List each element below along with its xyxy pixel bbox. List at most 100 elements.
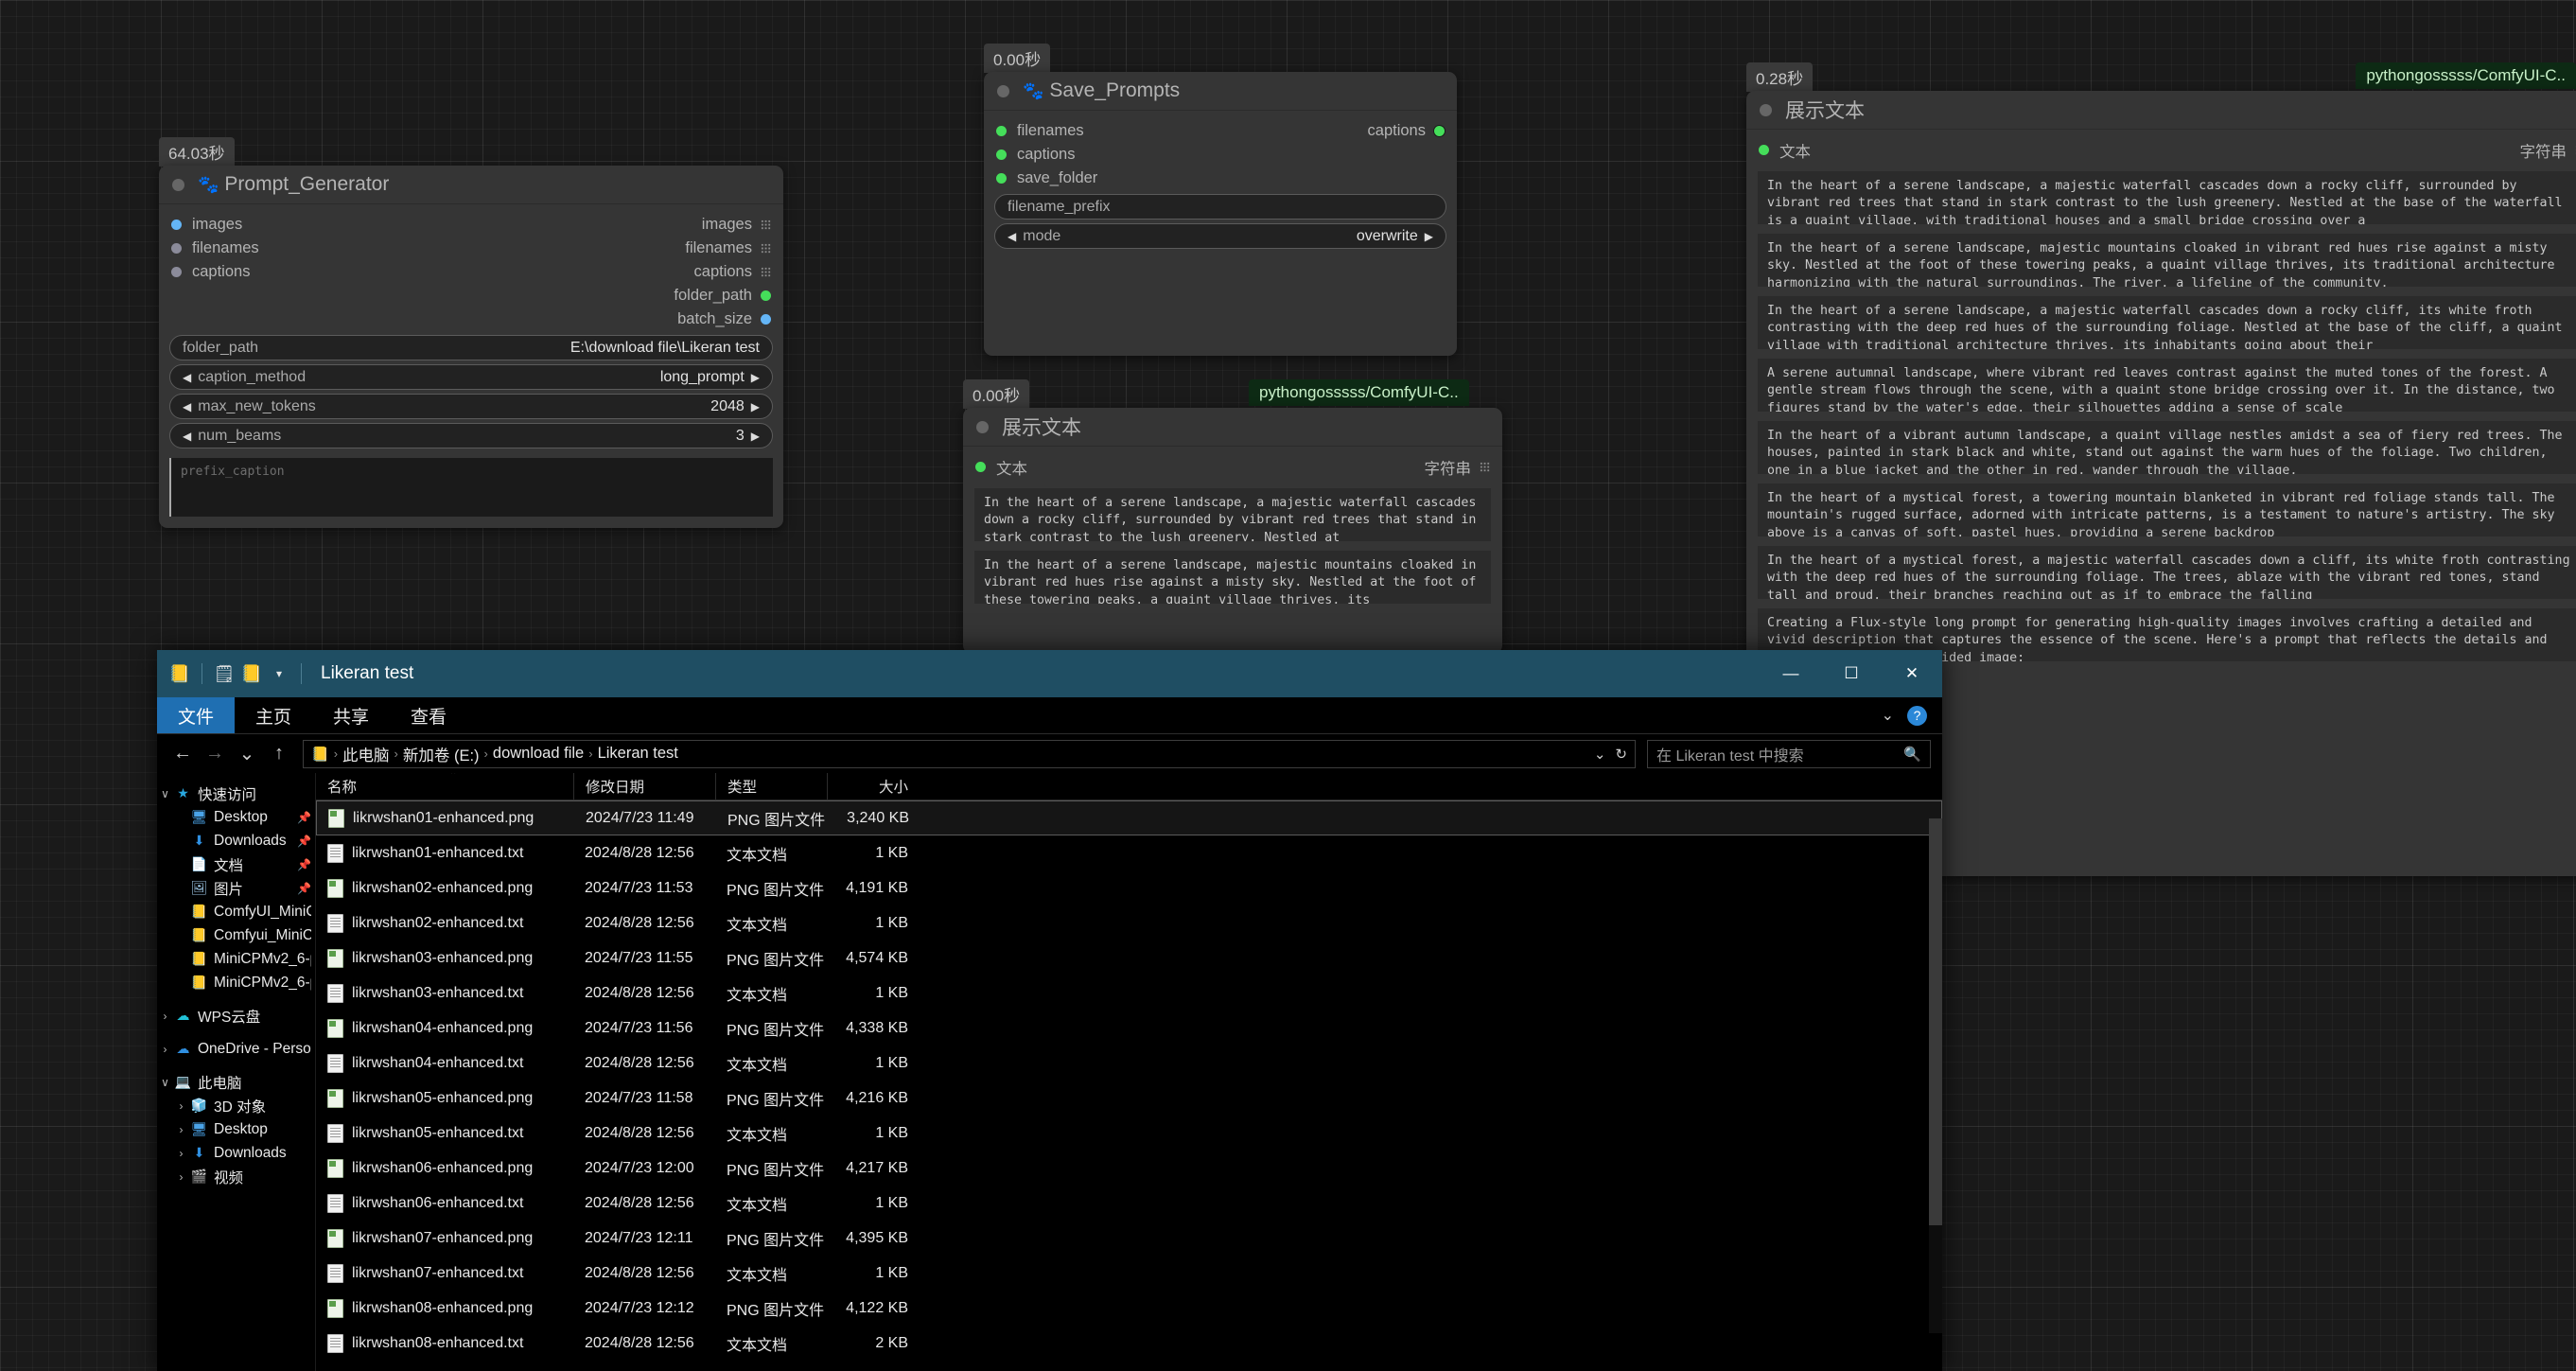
expander-icon[interactable]: ›	[173, 1123, 189, 1136]
table-row[interactable]: likrwshan03-enhanced.txt 2024/8/28 12:56 文…	[316, 976, 1942, 1011]
tab-home[interactable]: 主页	[235, 697, 312, 733]
breadcrumb[interactable]: 📒 › 此电脑 › 新加卷 (E:) › download file › Lik…	[303, 739, 1636, 768]
display-text-block[interactable]: In the heart of a serene landscape, maje…	[974, 551, 1491, 604]
expander-icon[interactable]: ›	[173, 1170, 189, 1184]
nav-item--[interactable]: 📄 文档 📌	[157, 852, 315, 876]
up-button[interactable]: ↑	[265, 743, 293, 765]
breadcrumb-item-this-pc[interactable]: 此电脑	[342, 743, 390, 765]
nav-item-comfyui-minicpm[interactable]: 📒 ComfyUI_MiniCPM	[157, 900, 315, 923]
recent-locations-button[interactable]: ⌄	[233, 742, 261, 765]
minimize-button[interactable]: —	[1761, 650, 1821, 697]
display-text-block[interactable]: A serene autumnal landscape, where vibra…	[1758, 359, 2576, 412]
table-row[interactable]: likrwshan07-enhanced.png 2024/7/23 12:11 P…	[316, 1221, 1942, 1256]
chevron-left-icon[interactable]: ◀	[1008, 230, 1016, 243]
nav-item--[interactable]: ∨ ★ 快速访问	[157, 782, 315, 805]
expander-icon[interactable]: ∨	[157, 787, 173, 800]
help-icon[interactable]: ?	[1907, 705, 1927, 726]
nav-item--[interactable]: › 🎬 视频	[157, 1165, 315, 1188]
output-grip-icon[interactable]	[1480, 462, 1490, 472]
table-row[interactable]: likrwshan05-enhanced.png 2024/7/23 11:58 P…	[316, 1081, 1942, 1116]
refresh-icon[interactable]: ↻	[1615, 746, 1627, 763]
folder-icon[interactable]: 📒	[168, 661, 191, 686]
output-dot-captions[interactable]	[1434, 126, 1445, 136]
display-text-block[interactable]: In the heart of a serene landscape, maje…	[1758, 234, 2576, 287]
table-row[interactable]: likrwshan02-enhanced.txt 2024/8/28 12:56 文…	[316, 905, 1942, 940]
nav-item-comfyui-minicpm[interactable]: 📒 Comfyui_MiniCPM	[157, 923, 315, 947]
input-dot-captions[interactable]	[171, 267, 182, 277]
ribbon-tabs[interactable]: 文件 主页 共享 查看 ⌄ ?	[157, 697, 1942, 734]
display-text-block[interactable]: In the heart of a serene landscape, a ma…	[1758, 171, 2576, 224]
search-icon[interactable]: 🔍	[1903, 746, 1921, 763]
column-header-size[interactable]: 大小	[827, 773, 920, 800]
widget-filename-prefix[interactable]: filename_prefix	[994, 194, 1446, 220]
navigation-pane[interactable]: ∨ ★ 快速访问 🖥 Desktop 📌 ⬇ Downloads 📌 📄 文档 📌 🖼 图片 📌 📒 Comfy…	[157, 773, 316, 1371]
output-dot-folder-path[interactable]	[761, 290, 771, 301]
address-dropdown-icon[interactable]: ⌄	[1594, 746, 1606, 763]
address-bar[interactable]: ← → ⌄ ↑ 📒 › 此电脑 › 新加卷 (E:) › download fi…	[157, 734, 1942, 773]
pin-icon[interactable]: 📌	[297, 811, 311, 824]
input-dot-images[interactable]	[171, 220, 182, 230]
widget-mode[interactable]: ◀ mode overwrite ▶	[994, 223, 1446, 249]
chevron-left-icon[interactable]: ◀	[183, 400, 191, 413]
slot-row-captions[interactable]: captions	[984, 143, 1457, 167]
table-row[interactable]: likrwshan03-enhanced.png 2024/7/23 11:55 P…	[316, 940, 1942, 976]
display-text-block[interactable]: In the heart of a mystical forest, a maj…	[1758, 546, 2576, 599]
nav-item-desktop[interactable]: 🖥 Desktop 📌	[157, 805, 315, 829]
search-input[interactable]: 在 Likeran test 中搜索 🔍	[1647, 739, 1931, 768]
widget-max-new-tokens[interactable]: ◀ max_new_tokens 2048 ▶	[169, 394, 773, 419]
slot-row-captions[interactable]: captions captions	[159, 260, 783, 284]
breadcrumb-item-download-file[interactable]: download file	[493, 745, 584, 763]
window-titlebar[interactable]: 📒 🗒 📒 ▾ Likeran test — ☐ ✕	[157, 650, 1942, 697]
nav-item-wps-[interactable]: › ☁ WPS云盘	[157, 1004, 315, 1028]
chevron-right-icon[interactable]: ▶	[751, 371, 760, 384]
output-grip-icon[interactable]	[761, 267, 771, 277]
widget-prefix-caption-textarea[interactable]: prefix_caption	[169, 458, 773, 517]
maximize-button[interactable]: ☐	[1821, 650, 1882, 697]
output-grip-icon[interactable]	[761, 220, 771, 230]
file-list-pane[interactable]: 名称 修改日期 类型 大小 ⌃ likrwshan01-enhanced.png…	[316, 773, 1942, 1371]
tab-view[interactable]: 查看	[390, 697, 467, 733]
chevron-left-icon[interactable]: ◀	[183, 371, 191, 384]
node-title-bar[interactable]: 展示文本	[963, 408, 1502, 447]
output-dot-batch-size[interactable]	[761, 314, 771, 325]
collapse-dot-icon[interactable]	[1760, 103, 1772, 116]
collapse-dot-icon[interactable]	[172, 178, 184, 191]
customize-chevron-icon[interactable]: ▾	[268, 661, 290, 686]
expander-icon[interactable]: ›	[157, 1043, 173, 1056]
nav-item-onedrive-persona[interactable]: ›☁ OneDrive - Persona	[157, 1037, 315, 1061]
back-button[interactable]: ←	[168, 743, 197, 765]
table-row[interactable]: likrwshan07-enhanced.txt 2024/8/28 12:56 文…	[316, 1256, 1942, 1291]
window-controls[interactable]: — ☐ ✕	[1761, 650, 1942, 697]
slot-row-text[interactable]: 文本 字符串	[1746, 138, 2576, 162]
slot-row-text[interactable]: 文本 字符串	[963, 455, 1502, 479]
close-button[interactable]: ✕	[1882, 650, 1942, 697]
slot-row-save-folder[interactable]: save_folder	[984, 167, 1457, 190]
nav-item-minicpmv2-6-pro[interactable]: 📒 MiniCPMv2_6-pro	[157, 971, 315, 994]
nav-item--[interactable]: 🖼 图片 📌	[157, 876, 315, 900]
file-explorer-window[interactable]: 📒 🗒 📒 ▾ Likeran test — ☐ ✕ 文件 主页 共享 查看 ⌄…	[157, 650, 1942, 1371]
node-save-prompts[interactable]: 🐾 Save_Prompts filenames captions captio…	[984, 72, 1457, 356]
collapse-dot-icon[interactable]	[976, 420, 989, 433]
display-text-block[interactable]: In the heart of a vibrant autumn landsca…	[1758, 421, 2576, 474]
slot-row-filenames[interactable]: filenames filenames	[159, 237, 783, 260]
chevron-right-icon[interactable]: ▶	[751, 430, 760, 443]
pin-icon[interactable]: 📌	[297, 835, 311, 848]
file-list[interactable]: likrwshan01-enhanced.png 2024/7/23 11:49 P…	[316, 800, 1942, 1361]
tab-share[interactable]: 共享	[312, 697, 390, 733]
vertical-scrollbar[interactable]	[1929, 818, 1942, 1333]
nav-item-3d-[interactable]: › 🧊 3D 对象	[157, 1094, 315, 1117]
collapse-dot-icon[interactable]	[997, 84, 1009, 97]
widget-folder-path[interactable]: folder_path E:\download file\Likeran tes…	[169, 335, 773, 360]
column-header-name[interactable]: 名称	[316, 773, 573, 800]
node-title-bar[interactable]: 🐾 Prompt_Generator	[159, 166, 783, 204]
display-text-block[interactable]: In the heart of a serene landscape, a ma…	[1758, 296, 2576, 349]
table-row[interactable]: likrwshan01-enhanced.txt 2024/8/28 12:56 文…	[316, 835, 1942, 870]
chevron-left-icon[interactable]: ◀	[183, 430, 191, 443]
quick-access-toolbar[interactable]: 📒 🗒 📒 ▾	[168, 661, 307, 686]
nav-item-downloads[interactable]: › ⬇ Downloads	[157, 1141, 315, 1165]
column-headers[interactable]: 名称 修改日期 类型 大小 ⌃	[316, 773, 1942, 800]
display-text-block[interactable]: In the heart of a mystical forest, a tow…	[1758, 483, 2576, 536]
input-dot-filenames[interactable]	[171, 243, 182, 254]
table-row[interactable]: likrwshan05-enhanced.txt 2024/8/28 12:56 文…	[316, 1116, 1942, 1151]
table-row[interactable]: likrwshan08-enhanced.png 2024/7/23 12:12 P…	[316, 1291, 1942, 1326]
